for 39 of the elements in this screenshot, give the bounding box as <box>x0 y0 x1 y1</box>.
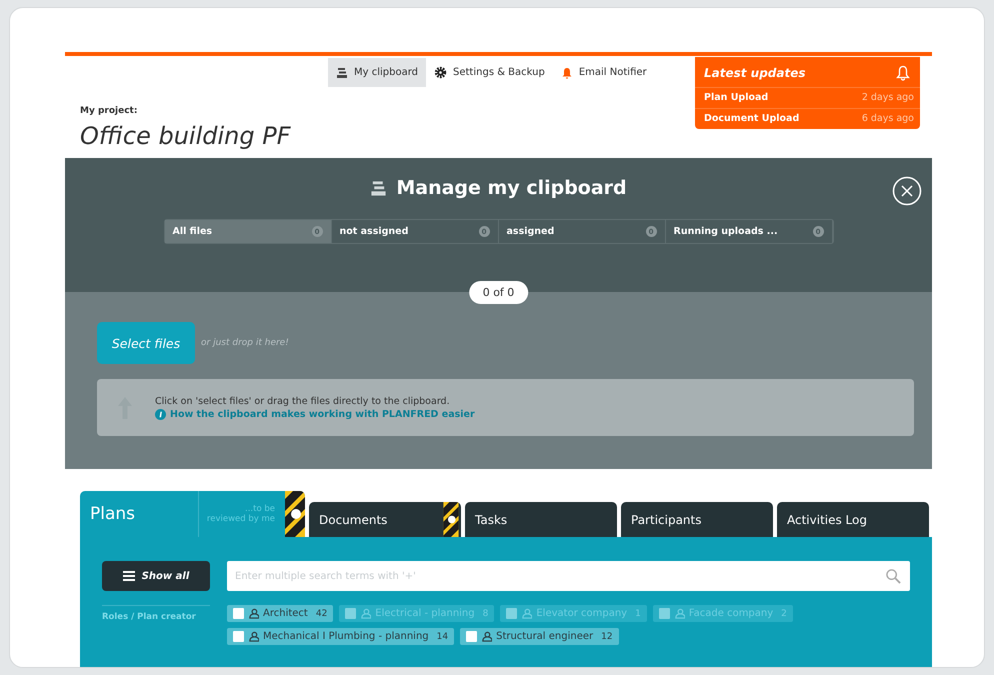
tab[interactable]: Tasks <box>465 502 617 537</box>
person-icon <box>360 608 372 619</box>
update-name[interactable]: Plan Upload <box>704 92 768 103</box>
update-time: 2 days ago <box>862 92 914 103</box>
drop-hint: or just drop it here! <box>201 338 289 348</box>
person-icon <box>481 631 492 642</box>
show-all-button[interactable]: Show all <box>102 561 210 591</box>
list-icon <box>122 571 135 581</box>
tab[interactable]: Plans ...to be reviewed by me <box>80 491 305 537</box>
project-label: My project: <box>80 106 138 116</box>
select-files-button[interactable]: Select files <box>97 322 195 364</box>
project-title: Office building PF <box>80 122 292 150</box>
update-time: 6 days ago <box>862 113 914 124</box>
roles-label: Roles / Plan creator <box>102 605 210 645</box>
info-text: Click on 'select files' or drag the files directly to the clipboard. <box>155 396 451 406</box>
person-icon <box>248 608 259 619</box>
nav-item[interactable]: Settings & Backup <box>426 58 553 87</box>
tab[interactable]: Documents <box>309 502 461 537</box>
clipboard-icon <box>370 180 388 196</box>
person-icon <box>521 608 532 619</box>
clipboard-title: Manage my clipboard <box>396 177 627 199</box>
bell-icon <box>560 66 573 78</box>
info-icon <box>155 408 166 420</box>
nav-item[interactable]: My clipboard <box>328 58 426 87</box>
role-filter[interactable]: Mechanical I Plumbing - planning 14 <box>227 628 454 645</box>
file-counter: 0 of 0 <box>468 281 528 304</box>
person-icon <box>674 608 685 619</box>
clipboard-icon <box>336 66 348 78</box>
search-icon <box>886 569 901 584</box>
tab[interactable]: Participants <box>621 502 773 537</box>
role-filter[interactable]: Structural engineer 12 <box>460 628 619 645</box>
updates-title: Latest updates <box>704 66 806 80</box>
nav-item[interactable]: Email Notifier <box>552 58 655 87</box>
update-name[interactable]: Document Upload <box>704 113 800 124</box>
person-icon <box>248 631 259 642</box>
role-filter[interactable]: Architect 42 <box>227 605 334 622</box>
tab[interactable]: Activities Log <box>777 502 929 537</box>
gear-icon <box>434 66 448 79</box>
bell-icon <box>896 65 910 81</box>
